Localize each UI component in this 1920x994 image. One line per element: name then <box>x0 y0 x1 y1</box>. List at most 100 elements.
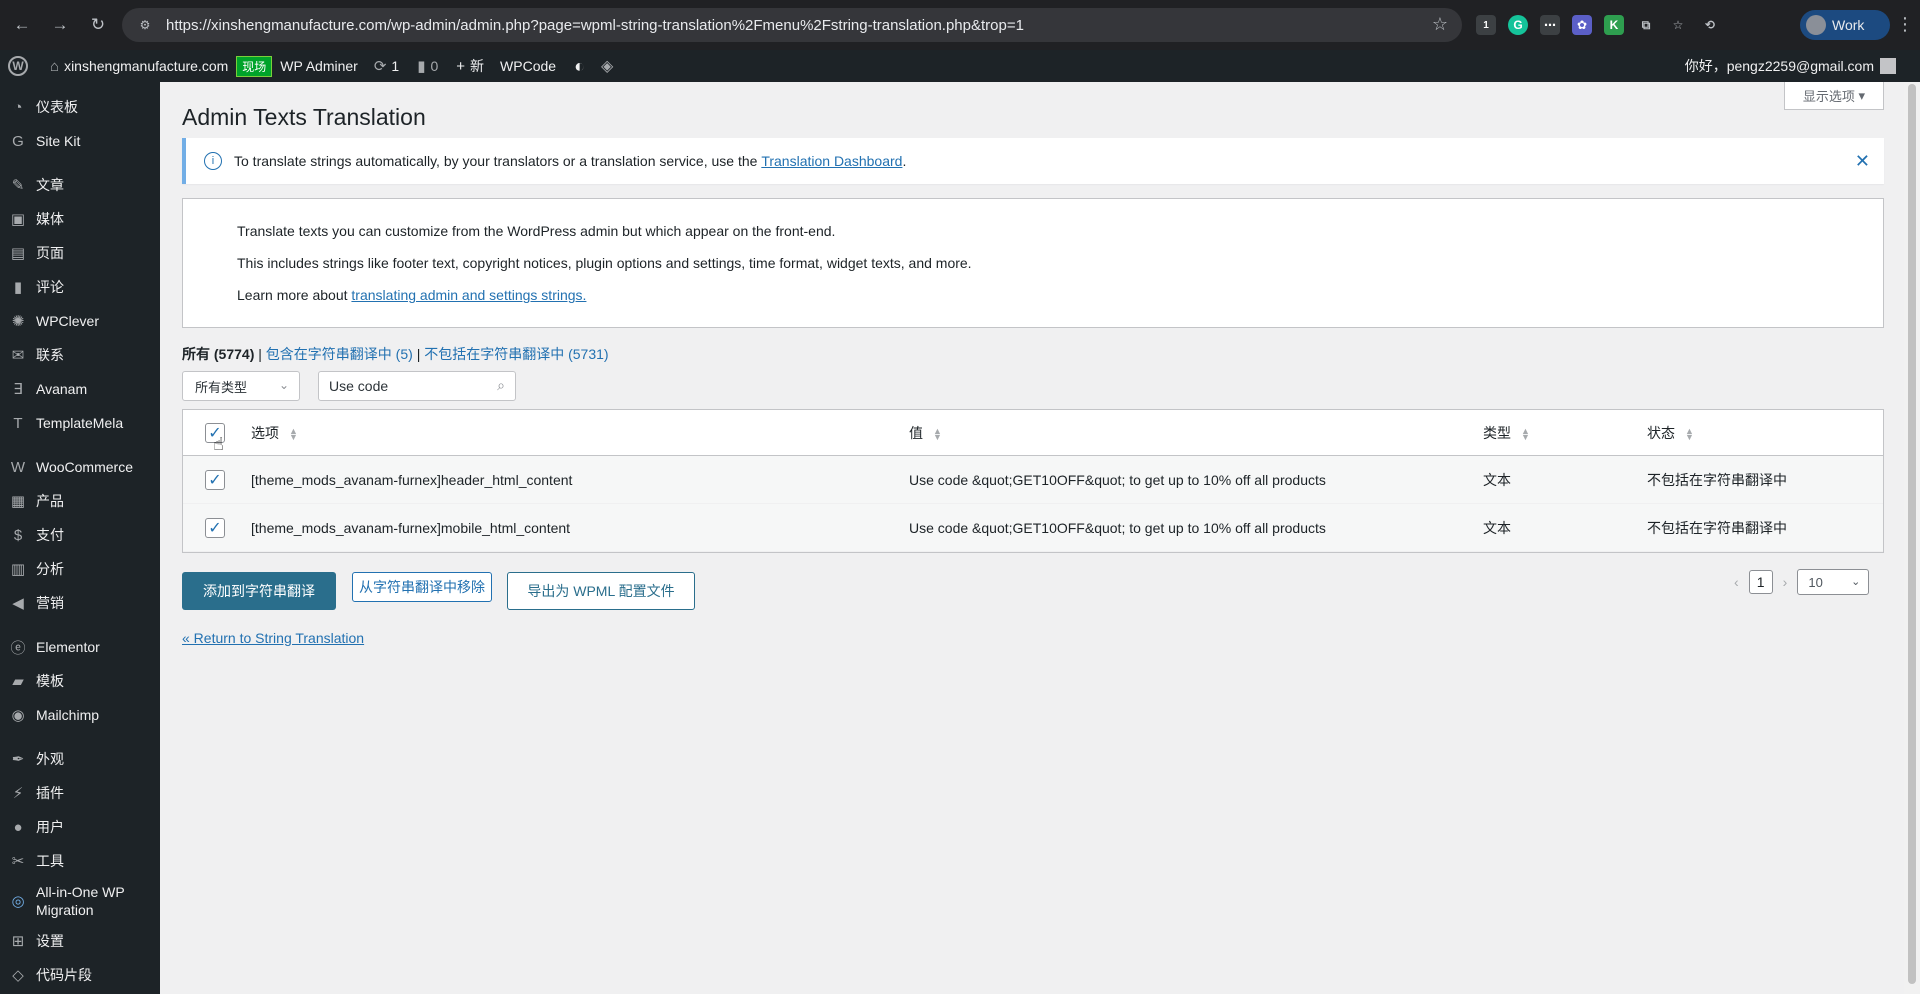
brush-icon: ✒ <box>11 751 25 768</box>
wordpress-logo-icon[interactable]: W <box>8 56 28 76</box>
elementor-icon: ⓔ <box>10 639 26 657</box>
row-checkbox[interactable]: ✓ <box>205 469 225 490</box>
sidebar-item-elementor[interactable]: ⓔ Elementor <box>0 630 160 664</box>
translation-dashboard-link[interactable]: Translation Dashboard <box>761 153 902 169</box>
learn-more-link[interactable]: translating admin and settings strings. <box>351 287 586 303</box>
sidebar-item-snippets[interactable]: ◇ 代码片段 <box>0 958 160 992</box>
comments-link[interactable]: ▮ 0 <box>417 57 438 75</box>
return-link[interactable]: « Return to String Translation <box>182 630 364 646</box>
next-page-icon[interactable]: › <box>1783 574 1788 590</box>
sidebar-item-comments[interactable]: ▮ 评论 <box>0 270 160 304</box>
sidebar-item-posts[interactable]: ✎ 文章 <box>0 168 160 202</box>
type-select-value: 所有类型 <box>195 379 248 395</box>
current-page[interactable]: 1 <box>1748 570 1773 594</box>
per-page-select[interactable]: 10 ⌄ <box>1797 569 1870 595</box>
prev-page-icon[interactable]: ‹ <box>1734 574 1739 590</box>
wpml-icon[interactable]: ◐ <box>574 56 585 77</box>
sidebar-item-media[interactable]: ▣ 媒体 <box>0 202 160 236</box>
extension-badge-icon[interactable]: 1 <box>1476 15 1496 35</box>
media-icon: ▣ <box>10 211 26 228</box>
sidebar-item-migration[interactable]: ◎ All-in-One WP Migration <box>0 878 160 924</box>
sidebar-item-analytics[interactable]: ▥ 分析 <box>0 552 160 586</box>
filter-all[interactable]: 所有 (5774) <box>182 346 254 362</box>
sidebar-item-payments[interactable]: $ 支付 <box>0 518 160 552</box>
sort-icon: ▲ ▼ <box>933 425 942 442</box>
sidebar-item-templatemela[interactable]: T TemplateMela <box>0 406 160 440</box>
sidebar-item-mailchimp[interactable]: ◉ Mailchimp <box>0 698 160 732</box>
remove-from-string-translation-button[interactable]: 从字符串翻译中移除 <box>352 572 492 602</box>
page-scrollbar[interactable] <box>1904 82 1920 994</box>
greeting[interactable]: 你好，pengz2259@gmail.com <box>1685 50 1874 82</box>
search-icon[interactable]: ⌕ <box>497 377 505 394</box>
reload-icon[interactable]: ↻ <box>86 13 110 37</box>
updates-link[interactable]: ⟳ 1 <box>374 57 399 75</box>
dollar-icon: $ <box>13 526 23 544</box>
user-avatar[interactable] <box>1880 58 1896 74</box>
screen-options-button[interactable]: 显示选项 ▾ <box>1784 82 1884 110</box>
chart-icon: ▥ <box>10 561 26 578</box>
sidebar-item-templates[interactable]: ▰ 模板 <box>0 664 160 698</box>
sidebar-label: All-in-One WP Migration <box>36 884 125 918</box>
home-icon: ⌂ <box>50 57 60 75</box>
k-extension-icon[interactable]: K <box>1604 15 1624 35</box>
updates-icon: ⟳ <box>373 58 387 75</box>
header-value[interactable]: 值 ▲ ▼ <box>909 423 942 443</box>
sidebar-item-woocommerce[interactable]: W WooCommerce <box>0 450 160 484</box>
sidebar-label: 评论 <box>36 279 64 295</box>
add-to-string-translation-button[interactable]: 添加到字符串翻译 <box>182 572 336 610</box>
site-info-icon[interactable]: ⚙ <box>136 16 154 34</box>
sidebar-item-users[interactable]: ● 用户 <box>0 810 160 844</box>
sidebar-item-contact[interactable]: ✉ 联系 <box>0 338 160 372</box>
sidebar-item-marketing[interactable]: ◀ 营销 <box>0 586 160 620</box>
puzzle-icon[interactable]: ⧉ <box>1636 15 1656 35</box>
sidebar-label: WooCommerce <box>36 459 133 475</box>
header-label: 状态 <box>1647 424 1675 441</box>
bookmark-star-icon[interactable]: ☆ <box>1432 14 1448 35</box>
more-menu-icon[interactable]: ⋮ <box>1896 14 1914 35</box>
header-type[interactable]: 类型 ▲ ▼ <box>1483 423 1530 443</box>
dots-extension-icon[interactable]: ⋯ <box>1540 15 1560 35</box>
profile-button[interactable]: Work <box>1800 10 1890 40</box>
bookmarks-icon[interactable]: ☆ <box>1668 15 1688 35</box>
header-option[interactable]: 选项 ▲ ▼ <box>251 423 298 443</box>
sidebar-item-appearance[interactable]: ✒ 外观 <box>0 742 160 776</box>
cell-option: [theme_mods_avanam-furnex]mobile_html_co… <box>251 519 571 536</box>
sidebar-label: 页面 <box>36 245 64 261</box>
type-select[interactable]: 所有类型 ⌄ <box>182 371 300 401</box>
sidebar-item-wpclever[interactable]: ✺ WPClever <box>0 304 160 338</box>
row-checkbox[interactable]: ✓ <box>205 517 225 538</box>
woo-icon: W <box>10 458 26 476</box>
sidebar-item-tools[interactable]: ✂ 工具 <box>0 844 160 878</box>
table-row: ✓ [theme_mods_avanam-furnex]header_html_… <box>183 456 1883 504</box>
sidebar-item-sitekit[interactable]: G Site Kit <box>0 124 160 158</box>
sidebar-item-pages[interactable]: ▤ 页面 <box>0 236 160 270</box>
url-text: https://xinshengmanufacture.com/wp-admin… <box>166 16 1024 34</box>
back-icon[interactable]: ← <box>10 13 34 37</box>
export-wpml-config-button[interactable]: 导出为 WPML 配置文件 <box>507 572 695 610</box>
adminer-link[interactable]: WP Adminer <box>280 58 358 74</box>
history-icon[interactable]: ⟲ <box>1700 15 1720 35</box>
wpcode-link[interactable]: WPCode <box>500 58 556 74</box>
scrollbar-thumb[interactable] <box>1908 84 1916 984</box>
site-name-link[interactable]: ⌂ xinshengmanufacture.com <box>50 58 228 75</box>
close-icon[interactable]: ✕ <box>1855 151 1870 172</box>
grammarly-icon[interactable]: G <box>1508 15 1528 35</box>
live-badge[interactable]: 现场 <box>236 55 273 77</box>
gear-extension-icon[interactable]: ✿ <box>1572 15 1592 35</box>
sidebar-item-avanam[interactable]: ∃ Avanam <box>0 372 160 406</box>
forward-icon[interactable]: → <box>48 13 72 37</box>
diamond-icon[interactable]: ◈ <box>601 56 613 76</box>
sidebar-item-settings[interactable]: ⊞ 设置 <box>0 924 160 958</box>
sidebar-item-dashboard[interactable]: ◔ 仪表板 <box>0 90 160 124</box>
filter-excluded[interactable]: 不包括在字符串翻译中 (5731) <box>424 346 608 362</box>
search-input[interactable]: Use code ⌕ <box>318 371 516 401</box>
filter-included[interactable]: 包含在字符串翻译中 (5) <box>266 346 413 362</box>
header-status[interactable]: 状态 ▲ ▼ <box>1647 423 1694 443</box>
address-bar[interactable]: ⚙ https://xinshengmanufacture.com/wp-adm… <box>122 8 1462 42</box>
folder-icon: ▰ <box>12 673 24 690</box>
sidebar-item-plugins[interactable]: ⚡ 插件 <box>0 776 160 810</box>
new-content-link[interactable]: + 新 <box>456 56 484 76</box>
sidebar-item-products[interactable]: ▦ 产品 <box>0 484 160 518</box>
sidebar-label: 插件 <box>36 785 64 801</box>
sort-icon: ▲ ▼ <box>1521 425 1530 442</box>
